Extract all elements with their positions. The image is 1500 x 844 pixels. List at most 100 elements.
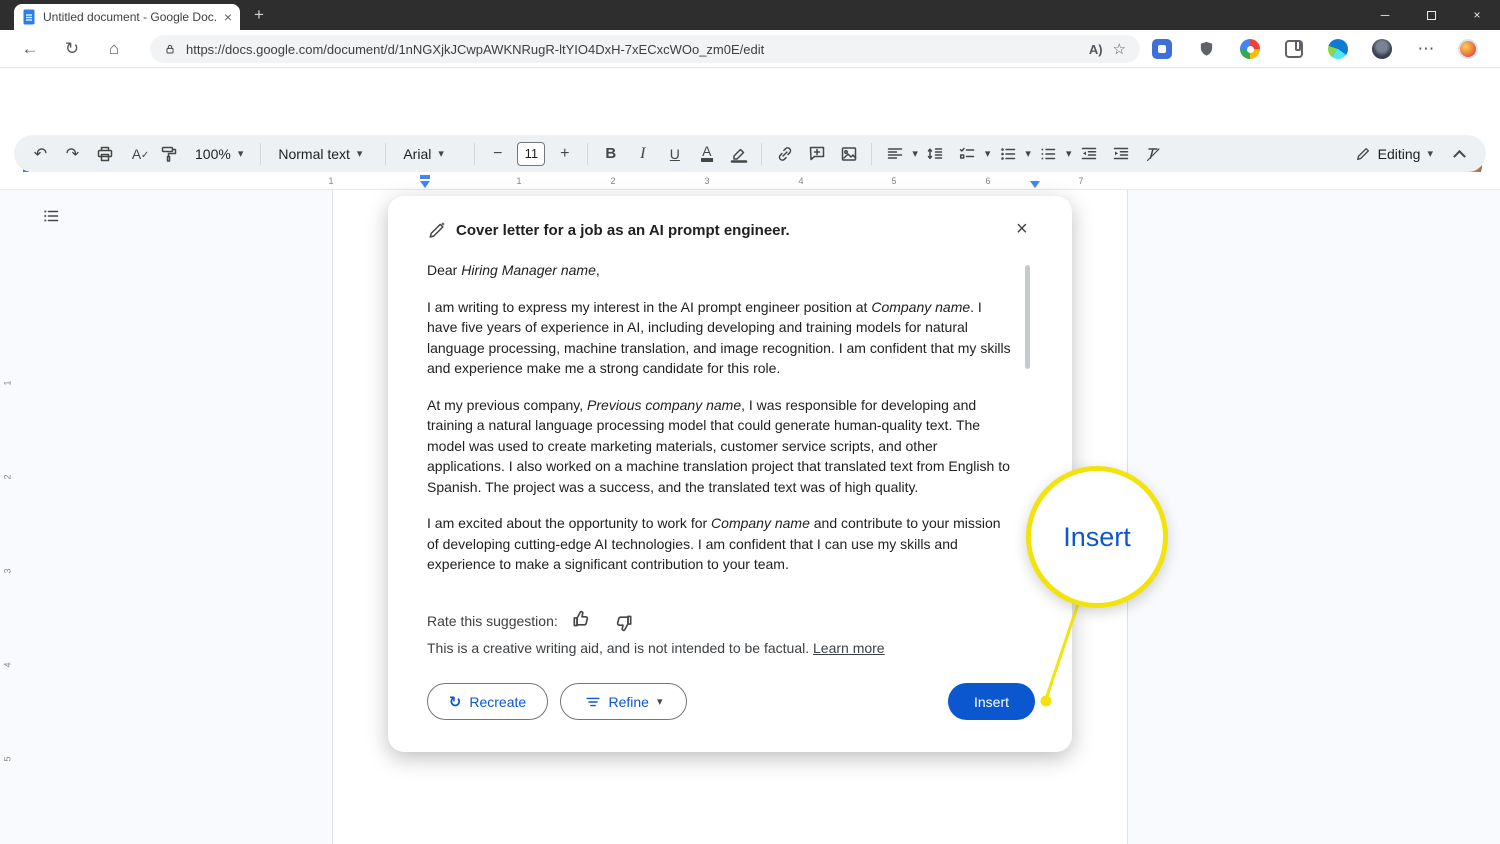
highlighter-icon (730, 145, 748, 163)
toolbar-divider (260, 143, 261, 165)
reload-button[interactable]: ↻ (56, 30, 88, 68)
caret-down-icon: ▾ (657, 695, 663, 708)
paint-format-button[interactable] (154, 140, 183, 168)
paint-roller-icon (160, 145, 178, 163)
paragraph-style-select[interactable]: Normal text▾ (269, 140, 377, 168)
refresh-icon: ↻ (449, 693, 462, 711)
close-window-button[interactable]: × (1454, 0, 1500, 30)
spellcheck-button[interactable]: A✓ (122, 140, 151, 168)
read-aloud-icon[interactable]: A) (1089, 42, 1103, 57)
insert-link-button[interactable] (770, 140, 799, 168)
zoom-value: 100% (195, 146, 231, 162)
text-color-button[interactable]: A (692, 140, 721, 168)
browser-profile-avatar[interactable] (1372, 39, 1392, 59)
right-indent-marker[interactable] (1030, 181, 1040, 188)
new-tab-button[interactable]: + (254, 5, 264, 25)
link-icon (776, 145, 794, 163)
url-text[interactable]: https://docs.google.com/document/d/1nNGX… (186, 42, 1079, 57)
edge-profile-icon[interactable] (1458, 39, 1478, 59)
thumbs-up-button[interactable] (571, 608, 593, 635)
line-spacing-button[interactable] (921, 140, 950, 168)
underline-button[interactable]: U (660, 140, 689, 168)
bulleted-list-icon (999, 145, 1017, 163)
align-left-icon (886, 145, 904, 163)
checklist-icon (958, 145, 976, 163)
print-button[interactable] (90, 140, 119, 168)
insert-button[interactable]: Insert (948, 683, 1035, 720)
italic-button[interactable]: I (628, 140, 657, 168)
disclaimer-text: This is a creative writing aid, and is n… (427, 640, 885, 656)
caret-down-icon[interactable]: ▾ (985, 147, 991, 160)
toolbar-divider (474, 143, 475, 165)
back-button[interactable]: ← (14, 30, 46, 68)
bulleted-list-button[interactable] (993, 140, 1022, 168)
thumbs-down-button[interactable] (612, 612, 634, 639)
close-dialog-icon[interactable]: × (1016, 218, 1028, 241)
tab-close-icon[interactable]: × (224, 10, 232, 24)
redo-button[interactable]: ↷ (58, 140, 87, 168)
ruler-number: 2 (610, 176, 615, 186)
favorites-star-icon[interactable]: ☆ (1113, 40, 1126, 58)
extension-icon-swirl[interactable] (1328, 39, 1348, 59)
dialog-header: Cover letter for a job as an AI prompt e… (427, 220, 790, 240)
clear-formatting-button[interactable] (1138, 140, 1167, 168)
paragraph: Dear Hiring Manager name, (427, 260, 1015, 281)
callout-circle: Insert (1026, 466, 1168, 608)
window-controls: ─ × (1362, 0, 1500, 30)
caret-down-icon: ▾ (438, 147, 444, 160)
paragraph: I am excited about the opportunity to wo… (427, 513, 1015, 574)
font-select[interactable]: Arial▾ (394, 140, 466, 168)
chevron-up-icon (1453, 150, 1466, 163)
decrease-font-size-button[interactable]: − (483, 140, 512, 168)
maximize-button[interactable] (1408, 0, 1454, 30)
numbered-list-button[interactable] (1034, 140, 1063, 168)
add-comment-button[interactable] (802, 140, 831, 168)
recreate-button[interactable]: ↻ Recreate (427, 683, 548, 720)
caret-down-icon[interactable]: ▾ (912, 147, 918, 160)
checklist-button[interactable] (953, 140, 982, 168)
editing-mode-select[interactable]: Editing ▾ (1346, 140, 1442, 168)
extension-icon-tabs[interactable] (1285, 40, 1303, 58)
refine-label: Refine (609, 694, 649, 710)
browser-navbar: ← ↻ ⌂ https://docs.google.com/document/d… (0, 30, 1500, 68)
learn-more-link[interactable]: Learn more (813, 640, 885, 656)
increase-indent-button[interactable] (1106, 140, 1135, 168)
collapse-toolbar-button[interactable] (1445, 140, 1474, 168)
font-size-input[interactable]: 11 (517, 142, 545, 166)
refine-button[interactable]: Refine ▾ (560, 683, 687, 720)
document-outline-button[interactable] (40, 205, 62, 227)
home-button[interactable]: ⌂ (98, 30, 130, 68)
minimize-button[interactable]: ─ (1362, 0, 1408, 30)
caret-down-icon: ▾ (357, 147, 363, 160)
decrease-indent-button[interactable] (1074, 140, 1103, 168)
docs-header: Untitled document ☆ File Edit View Inser… (0, 68, 1500, 132)
first-line-indent-marker[interactable] (420, 175, 430, 179)
highlight-color-button[interactable] (724, 140, 753, 168)
bold-button[interactable]: B (596, 140, 625, 168)
callout-label: Insert (1063, 522, 1131, 553)
dialog-scrollbar[interactable] (1025, 265, 1030, 369)
extension-icon-blue[interactable] (1152, 39, 1172, 59)
paragraph: I am writing to express my interest in t… (427, 297, 1015, 379)
ruler-number: 7 (1078, 176, 1083, 186)
print-icon (96, 145, 114, 163)
left-indent-marker[interactable] (420, 181, 430, 188)
extension-icon-pinwheel[interactable] (1240, 39, 1260, 59)
add-comment-icon (808, 145, 826, 163)
browser-tab[interactable]: Untitled document - Google Doc... × (14, 4, 240, 30)
numbered-list-icon (1039, 145, 1057, 163)
suggestion-text: Dear Hiring Manager name, I am writing t… (427, 260, 1015, 574)
increase-font-size-button[interactable]: + (550, 140, 579, 168)
align-button[interactable] (880, 140, 909, 168)
shield-icon[interactable] (1196, 39, 1216, 59)
toolbar-divider (587, 143, 588, 165)
insert-image-button[interactable] (834, 140, 863, 168)
caret-down-icon[interactable]: ▾ (1025, 147, 1031, 160)
clear-formatting-icon (1144, 145, 1162, 163)
address-bar[interactable]: https://docs.google.com/document/d/1nNGX… (150, 35, 1140, 63)
caret-down-icon[interactable]: ▾ (1066, 147, 1072, 160)
undo-button[interactable]: ↶ (26, 140, 55, 168)
zoom-select[interactable]: 100%▾ (186, 140, 252, 168)
ruler-number: 4 (798, 176, 803, 186)
browser-menu-icon[interactable]: ⋯ (1410, 30, 1442, 68)
